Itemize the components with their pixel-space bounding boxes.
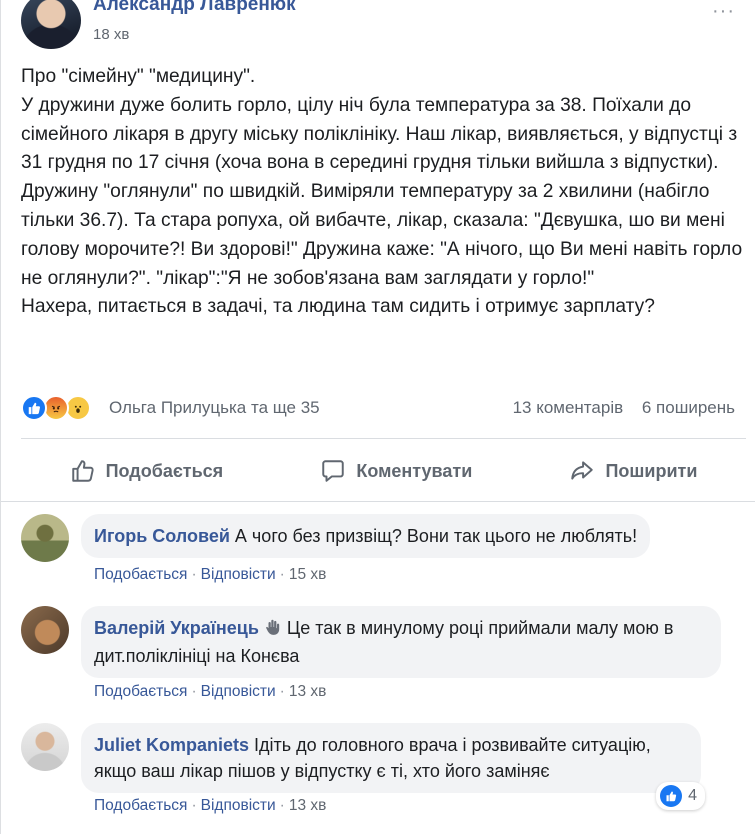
reaction-count: 4	[688, 787, 697, 804]
comment-text: А чого без призвіщ? Вони так цього не лю…	[234, 526, 638, 546]
commenter-name[interactable]: Игорь Соловей	[94, 526, 230, 546]
comment-reply-link[interactable]: Відповісти	[201, 797, 276, 814]
commenter-avatar[interactable]	[21, 514, 69, 562]
share-arrow-icon	[571, 461, 594, 480]
post-timestamp[interactable]: 18 хв	[93, 26, 129, 43]
comment-button-label: Коментувати	[356, 460, 473, 481]
comments-count-link[interactable]: 13 коментарів	[513, 398, 624, 417]
comment-bubble-icon	[322, 460, 345, 482]
like-reaction-icon[interactable]	[21, 395, 47, 421]
comment-meta: Подобається · Відповісти · 13 хв	[94, 797, 327, 814]
divider	[1, 501, 755, 502]
comment-like-link[interactable]: Подобається	[94, 797, 187, 814]
commenter-name[interactable]: Валерій Українець	[94, 618, 259, 638]
comment-button[interactable]: Коментувати	[320, 458, 472, 484]
shares-count-link[interactable]: 6 поширень	[642, 398, 735, 417]
share-button[interactable]: Поширити	[569, 458, 697, 484]
comment-meta: Подобається · Відповісти · 13 хв	[94, 683, 327, 700]
post-actions-bar: Подобається Коментувати Поширити	[21, 446, 746, 496]
feed-post: Александр Лавренюк 18 хв ··· Про "сімейн…	[0, 0, 755, 834]
comment-bubble: Валерій Українець Це так в минулому році…	[81, 606, 721, 678]
divider	[21, 438, 746, 439]
post-author-name[interactable]: Александр Лавренюк	[93, 0, 296, 16]
post-options-icon[interactable]: ···	[712, 0, 735, 23]
badge-hand-icon	[264, 617, 282, 643]
like-reaction-icon	[660, 785, 683, 807]
comment-meta: Подобається · Відповісти · 15 хв	[94, 566, 327, 583]
comment-like-link[interactable]: Подобається	[94, 566, 187, 583]
reactions-summary: Ольга Прилуцька та ще 35 13 коментарів 6…	[21, 395, 741, 425]
post-body-text: Про "сімейну" "медицину". У дружини дуже…	[21, 66, 743, 318]
comment-time[interactable]: 13 хв	[289, 683, 327, 700]
like-button-label: Подобається	[105, 460, 224, 481]
comment-bubble: Juliet Kompaniets Ідіть до головного вра…	[81, 723, 701, 793]
commenter-avatar[interactable]	[21, 723, 69, 771]
comment-time[interactable]: 15 хв	[289, 566, 327, 583]
author-avatar[interactable]	[21, 0, 81, 49]
like-button[interactable]: Подобається	[70, 458, 224, 484]
thumbs-up-icon	[71, 460, 94, 482]
comment-reply-link[interactable]: Відповісти	[201, 566, 276, 583]
commenter-avatar[interactable]	[21, 606, 69, 654]
comment-reply-link[interactable]: Відповісти	[201, 683, 276, 700]
reaction-names-link[interactable]: Ольга Прилуцька та ще 35	[109, 398, 320, 418]
comment-bubble: Игорь Соловей А чого без призвіщ? Вони т…	[81, 514, 651, 558]
post-counts: 13 коментарів 6 поширень	[499, 398, 735, 418]
comment-like-link[interactable]: Подобається	[94, 683, 187, 700]
comment-time[interactable]: 13 хв	[289, 797, 327, 814]
share-button-label: Поширити	[605, 460, 698, 481]
comment-reaction-badge[interactable]: 4	[656, 782, 705, 810]
commenter-name[interactable]: Juliet Kompaniets	[94, 735, 249, 755]
